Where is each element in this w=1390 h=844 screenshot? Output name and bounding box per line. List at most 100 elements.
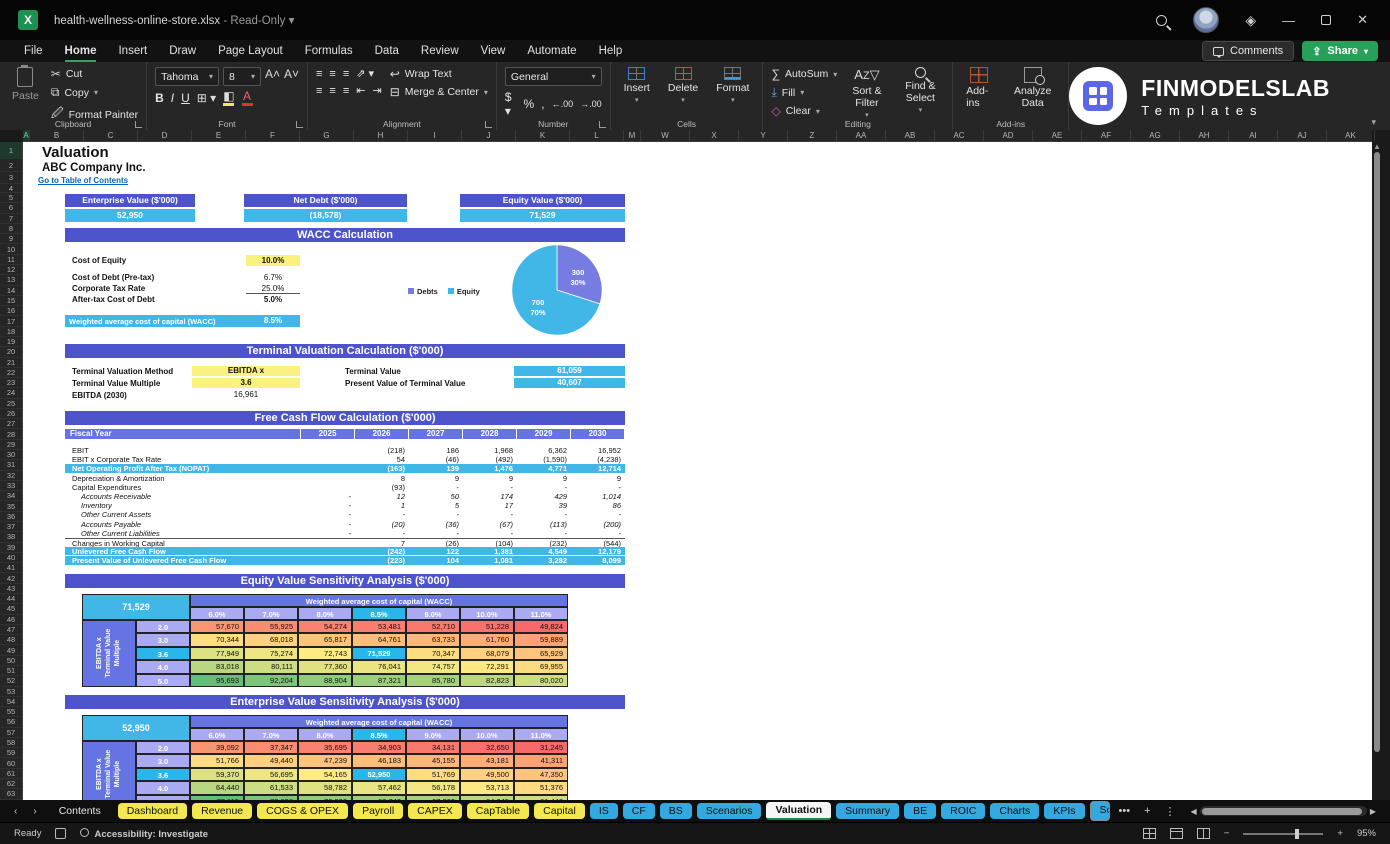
- borders-icon[interactable]: ⊞ ▾: [197, 91, 216, 105]
- row-header-14[interactable]: 14: [0, 286, 22, 296]
- clear-button[interactable]: ◇Clear ▾: [771, 104, 837, 118]
- sheet-tab-capital[interactable]: Capital: [534, 803, 585, 819]
- font-name-select[interactable]: Tahoma▾: [155, 67, 219, 86]
- tab-automate[interactable]: Automate: [517, 42, 586, 60]
- sheet-tab-valuation[interactable]: Valuation: [766, 802, 831, 820]
- row-header-5[interactable]: 5: [0, 193, 22, 203]
- sheet-tab-so[interactable]: So: [1090, 801, 1110, 821]
- row-header-12[interactable]: 12: [0, 265, 22, 275]
- increase-decimal-icon[interactable]: ←.00: [552, 99, 574, 109]
- underline-button[interactable]: U: [181, 91, 190, 105]
- row-header-19[interactable]: 19: [0, 337, 22, 347]
- row-header-42[interactable]: 42: [0, 573, 22, 583]
- column-header-I[interactable]: I: [408, 130, 462, 141]
- tab-page-layout[interactable]: Page Layout: [208, 42, 293, 60]
- hscroll-right-icon[interactable]: ▶: [1370, 807, 1376, 816]
- font-size-select[interactable]: 8▾: [223, 67, 261, 86]
- column-header-AA[interactable]: AA: [837, 130, 886, 141]
- row-header-58[interactable]: 58: [0, 738, 22, 748]
- column-header-J[interactable]: J: [462, 130, 516, 141]
- row-header-13[interactable]: 13: [0, 275, 22, 285]
- merge-center-button[interactable]: ⊟Merge & Center ▾: [390, 85, 488, 99]
- row-header-30[interactable]: 30: [0, 450, 22, 460]
- tab-help[interactable]: Help: [589, 42, 633, 60]
- row-header-20[interactable]: 20: [0, 347, 22, 357]
- row-header-10[interactable]: 10: [0, 244, 22, 254]
- hscroll-left-icon[interactable]: ◀: [1191, 807, 1197, 816]
- find-select-button[interactable]: Find & Select▾: [897, 67, 945, 118]
- sheet-tab-cf[interactable]: CF: [623, 803, 655, 819]
- sheet-tab-charts[interactable]: Charts: [990, 803, 1039, 819]
- row-header-34[interactable]: 34: [0, 491, 22, 501]
- italic-button[interactable]: I: [171, 91, 174, 105]
- increase-indent-icon[interactable]: ⇥: [372, 84, 381, 97]
- column-header-AI[interactable]: AI: [1229, 130, 1278, 141]
- row-headers[interactable]: 1234567891011121314151617181920212223242…: [0, 142, 23, 800]
- tab-data[interactable]: Data: [365, 42, 409, 60]
- title-chevron-icon[interactable]: ▾: [289, 15, 295, 27]
- tab-review[interactable]: Review: [411, 42, 469, 60]
- column-header-Y[interactable]: Y: [739, 130, 788, 141]
- column-headers[interactable]: ABCDEFGHIJKLMWXYZAAABACADAEAFAGAHAIAJAK: [23, 130, 1372, 142]
- sheet-tab-summary[interactable]: Summary: [836, 803, 899, 819]
- row-header-24[interactable]: 24: [0, 388, 22, 398]
- row-header-38[interactable]: 38: [0, 532, 22, 542]
- sheet-nav-left-icon[interactable]: ‹: [8, 806, 23, 817]
- align-bottom-icon[interactable]: ≡: [343, 68, 349, 80]
- row-header-9[interactable]: 9: [0, 234, 22, 244]
- vertical-scrollbar-thumb[interactable]: [1374, 152, 1380, 752]
- row-header-55[interactable]: 55: [0, 707, 22, 717]
- column-header-X[interactable]: X: [690, 130, 739, 141]
- row-header-41[interactable]: 41: [0, 563, 22, 573]
- sheet-tab-kpis[interactable]: KPIs: [1044, 803, 1084, 819]
- tab-file[interactable]: File: [14, 42, 53, 60]
- row-header-7[interactable]: 7: [0, 214, 22, 224]
- row-header-29[interactable]: 29: [0, 440, 22, 450]
- fill-button[interactable]: ⤓Fill ▾: [771, 85, 837, 100]
- row-header-39[interactable]: 39: [0, 543, 22, 553]
- addins-button[interactable]: Add-ins: [961, 67, 997, 118]
- sheet-tab-is[interactable]: IS: [590, 803, 618, 819]
- row-header-16[interactable]: 16: [0, 306, 22, 316]
- column-header-AD[interactable]: AD: [984, 130, 1033, 141]
- row-header-4[interactable]: 4: [0, 184, 22, 193]
- column-header-AF[interactable]: AF: [1082, 130, 1131, 141]
- insert-cells-button[interactable]: Insert▾: [619, 67, 655, 118]
- align-left-icon[interactable]: ≡: [316, 85, 322, 97]
- row-header-2[interactable]: 2: [0, 159, 22, 172]
- sheet-tab-be[interactable]: BE: [904, 803, 936, 819]
- orientation-icon[interactable]: ⇗ ▾: [356, 67, 374, 80]
- ribbon-collapse-icon[interactable]: ▾: [1371, 117, 1376, 128]
- sheet-tab-dashboard[interactable]: Dashboard: [118, 803, 187, 819]
- align-right-icon[interactable]: ≡: [343, 85, 349, 97]
- row-header-17[interactable]: 17: [0, 316, 22, 326]
- comma-style-icon[interactable]: ,: [541, 97, 544, 111]
- align-center-icon[interactable]: ≡: [329, 85, 335, 97]
- accessibility-status[interactable]: Accessibility: Investigate: [80, 828, 208, 840]
- column-header-L[interactable]: L: [570, 130, 624, 141]
- column-header-AB[interactable]: AB: [886, 130, 935, 141]
- row-header-27[interactable]: 27: [0, 419, 22, 429]
- copy-button[interactable]: ⧉Copy ▾: [51, 85, 138, 100]
- horizontal-scrollbar[interactable]: ◀ ▶: [1191, 805, 1377, 817]
- search-icon[interactable]: [1156, 15, 1167, 26]
- sheet-tab-revenue[interactable]: Revenue: [192, 803, 252, 819]
- sheet-tab-cogs-opex[interactable]: COGS & OPEX: [257, 803, 348, 819]
- sheet-tab-capex[interactable]: CAPEX: [408, 803, 462, 819]
- row-header-63[interactable]: 63: [0, 789, 22, 799]
- column-header-Z[interactable]: Z: [788, 130, 837, 141]
- row-header-33[interactable]: 33: [0, 481, 22, 491]
- column-header-AJ[interactable]: AJ: [1278, 130, 1327, 141]
- increase-font-icon[interactable]: A˄: [265, 67, 280, 86]
- zoom-in-icon[interactable]: +: [1337, 828, 1343, 839]
- row-header-25[interactable]: 25: [0, 399, 22, 409]
- row-header-11[interactable]: 11: [0, 255, 22, 265]
- row-header-3[interactable]: 3: [0, 172, 22, 184]
- share-button[interactable]: ⇪ Share ▾: [1302, 41, 1378, 61]
- row-header-61[interactable]: 61: [0, 769, 22, 779]
- normal-view-icon[interactable]: [1143, 828, 1156, 839]
- tab-view[interactable]: View: [471, 42, 516, 60]
- align-middle-icon[interactable]: ≡: [329, 68, 335, 80]
- sheet-tab-bs[interactable]: BS: [660, 803, 692, 819]
- sheet-tab-roic[interactable]: ROIC: [941, 803, 985, 819]
